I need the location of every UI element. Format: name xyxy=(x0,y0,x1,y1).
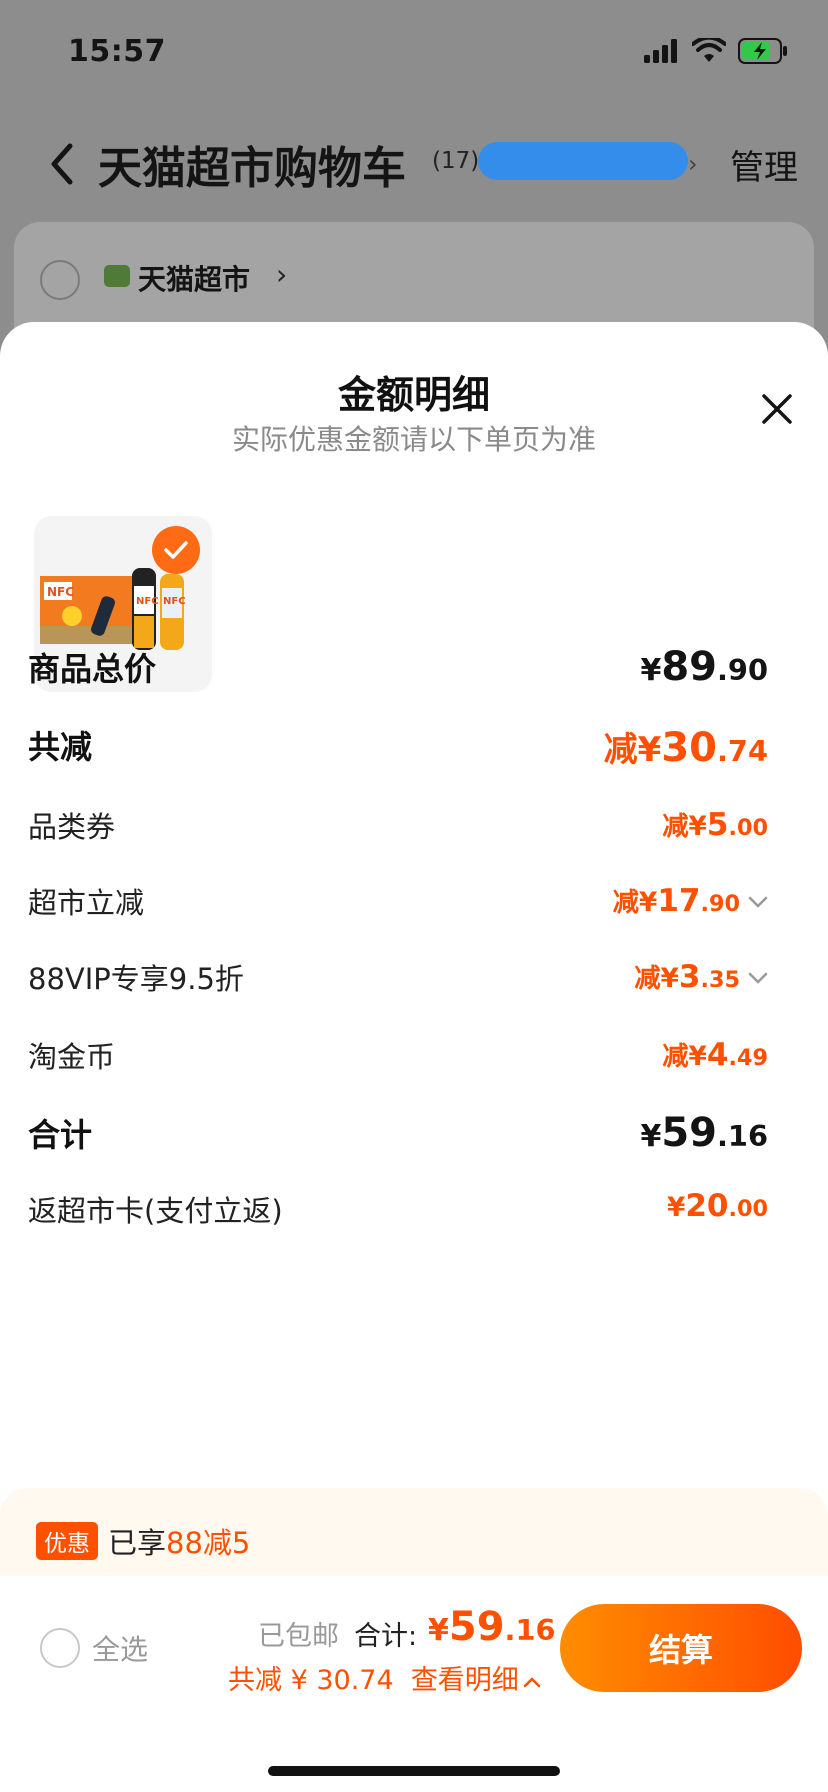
chevron-up-icon[interactable] xyxy=(523,1675,541,1689)
total-discount-row: 共减 减¥30.74 xyxy=(28,722,768,782)
close-icon[interactable] xyxy=(760,392,794,426)
total-value: ¥59.16 xyxy=(640,1110,768,1156)
checkout-bar: 全选 已包邮 合计: ¥59.16 共减 ¥ 30.74 查看明细 结算 xyxy=(0,1576,828,1792)
manage-button[interactable]: 管理 xyxy=(730,140,798,189)
tmall-market-logo-icon xyxy=(104,265,130,287)
sheet-subtitle: 实际优惠金额请以下单页为准 xyxy=(231,423,596,456)
taojinbi-value: 减¥4.49 xyxy=(662,1037,768,1073)
signal-icon xyxy=(644,39,677,63)
category-coupon-row: 品类券 减¥5.00 xyxy=(28,804,768,864)
subtotal-row: 商品总价 ¥89.90 xyxy=(28,644,768,704)
status-bar: 15:57 xyxy=(0,0,828,100)
chevron-down-icon[interactable] xyxy=(748,894,768,910)
sheet-title: 金额明细 xyxy=(337,373,490,417)
vip-discount-label: 88VIP专享9.5折 xyxy=(28,962,244,996)
total-discount-value: 减¥30.74 xyxy=(603,725,768,771)
view-detail-link[interactable]: 查看明细 xyxy=(411,1665,519,1696)
bottom-total-value: ¥59.16 xyxy=(428,1604,556,1650)
promo-tag: 优惠 xyxy=(36,1522,98,1560)
cart-title: 天猫超市购物车 xyxy=(98,143,406,194)
market-discount-value: 减¥17.90 xyxy=(612,883,740,919)
cashback-row: 返超市卡(支付立返) ¥20.00 xyxy=(28,1188,768,1248)
status-icons xyxy=(644,38,788,64)
store-chevron-icon[interactable]: › xyxy=(276,258,287,291)
free-shipping-label: 已包邮 xyxy=(258,1621,339,1652)
cart-count: (17) xyxy=(432,148,480,174)
category-coupon-label: 品类券 xyxy=(28,810,116,844)
wifi-icon xyxy=(692,38,726,62)
subtotal-value: ¥89.90 xyxy=(640,644,768,690)
battery-charging-icon xyxy=(738,38,787,64)
bottom-discount-line[interactable]: 共减 ¥ 30.74 查看明细 xyxy=(228,1658,541,1697)
vip-discount-row[interactable]: 88VIP专享9.5折 减¥3.35 xyxy=(28,956,768,1016)
vip-discount-value: 减¥3.35 xyxy=(634,959,740,995)
cart-nav-bar: 天猫超市购物车 (17) › 管理 xyxy=(0,120,828,210)
taojinbi-label: 淘金币 xyxy=(28,1040,116,1074)
store-select-radio[interactable] xyxy=(40,260,80,300)
total-discount-label: 共减 xyxy=(28,728,93,766)
store-name[interactable]: 天猫超市 xyxy=(138,258,250,298)
bottom-total-label: 合计: xyxy=(354,1621,418,1652)
cashback-label: 返超市卡(支付立返) xyxy=(28,1194,283,1228)
taojinbi-row: 淘金币 减¥4.49 xyxy=(28,1034,768,1094)
select-all-label[interactable]: 全选 xyxy=(92,1628,148,1668)
address-chevron-icon[interactable]: › xyxy=(688,150,698,178)
home-indicator[interactable] xyxy=(268,1766,560,1776)
cashback-value: ¥20.00 xyxy=(666,1188,768,1224)
back-arrow-icon[interactable] xyxy=(44,140,80,188)
market-discount-row[interactable]: 超市立减 减¥17.90 xyxy=(28,880,768,940)
amount-detail-sheet: 金额明细 实际优惠金额请以下单页为准 NFC NFC NFC 商品总价 ¥89.… xyxy=(0,322,828,1792)
subtotal-label: 商品总价 xyxy=(28,650,157,688)
chevron-down-icon[interactable] xyxy=(748,970,768,986)
svg-text:NFC: NFC xyxy=(47,585,74,599)
total-row: 合计 ¥59.16 xyxy=(28,1110,768,1170)
svg-text:NFC: NFC xyxy=(136,596,159,607)
selected-check-icon[interactable] xyxy=(152,526,200,574)
promo-text: 已享88减5 xyxy=(108,1526,251,1560)
checkout-button[interactable]: 结算 xyxy=(560,1604,802,1692)
select-all-radio[interactable] xyxy=(40,1628,80,1668)
status-time: 15:57 xyxy=(68,34,166,69)
total-label: 合计 xyxy=(28,1116,93,1154)
discount-summary: 共减 ¥ 30.74 xyxy=(228,1665,394,1696)
category-coupon-value: 减¥5.00 xyxy=(662,807,768,843)
svg-text:NFC: NFC xyxy=(163,596,186,607)
market-discount-label: 超市立减 xyxy=(28,886,145,920)
redacted-address[interactable] xyxy=(478,142,688,180)
